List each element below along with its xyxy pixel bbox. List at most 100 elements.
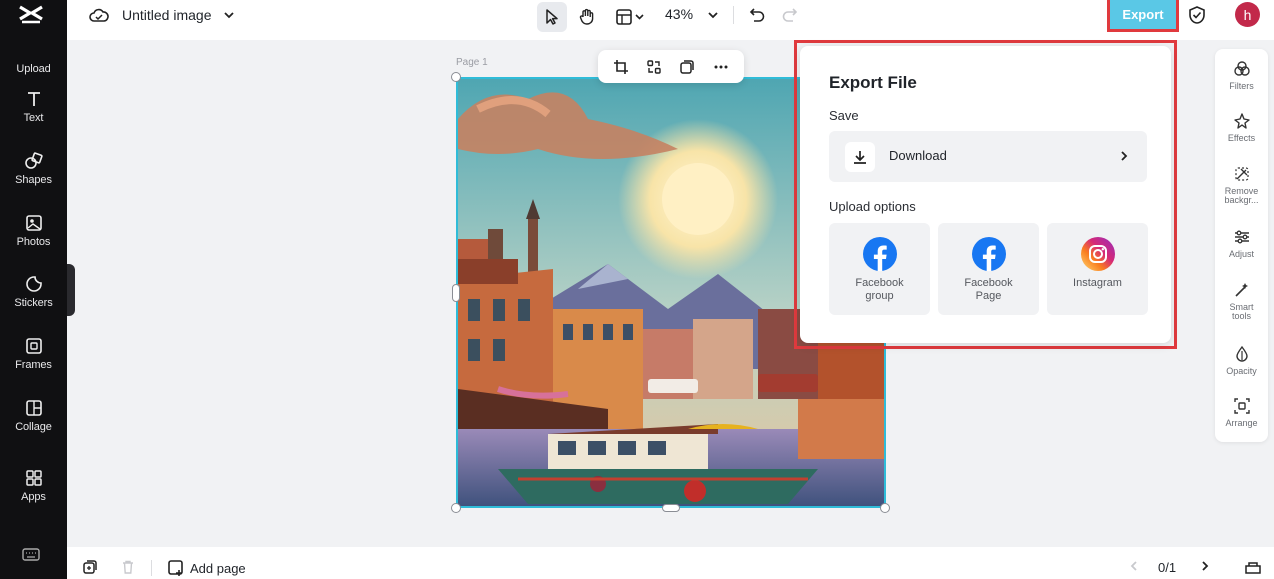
replace-button[interactable] [645,58,663,76]
tool-filters[interactable]: Filters [1215,60,1268,91]
tool-remove-background[interactable]: Remove backgr... [1215,165,1268,205]
top-bar: Untitled image 43% Export h [67,0,1274,40]
collage-icon [24,398,44,418]
chevron-down-icon[interactable] [223,10,235,20]
sidebar-item-apps[interactable]: Apps [0,468,67,518]
arrange-icon [1233,398,1250,414]
text-icon [24,89,44,109]
resize-handle-top-left[interactable] [451,72,461,82]
sidebar-item-text[interactable]: Text [0,89,67,139]
sidebar-item-label: Upload [16,63,51,75]
right-tools-panel: Filters Effects Remove backgr... Adjust … [1215,49,1268,442]
resize-handle-bottom[interactable] [662,504,680,512]
replace-icon [647,60,661,74]
zoom-level[interactable]: 43% [665,6,693,22]
shapes-icon [24,151,44,171]
export-panel-title: Export File [829,73,917,92]
next-page-icon[interactable] [1199,559,1211,573]
tool-label: Arrange [1225,418,1258,428]
tool-opacity[interactable]: Opacity [1215,345,1268,376]
sidebar-item-label: Frames [15,359,52,371]
tool-arrange[interactable]: Arrange [1215,397,1268,428]
apps-icon [24,468,44,488]
delete-page-icon[interactable] [120,559,136,575]
cloud-sync-icon[interactable] [89,8,109,24]
duplicate-page-icon[interactable] [82,559,98,575]
export-file-panel: Export File Save Download Upload options… [800,46,1171,343]
sidebar-item-frames[interactable]: Frames [0,336,67,386]
save-heading: Save [829,108,859,123]
tool-label: Filters [1229,81,1254,91]
add-page-icon [168,560,183,576]
chevron-right-icon [1121,151,1128,161]
adjust-icon [1234,230,1249,244]
cursor-icon [546,9,558,25]
remove-background-icon [1234,167,1249,181]
instagram-icon [1080,237,1115,271]
sidebar-item-collage[interactable]: Collage [0,398,67,448]
hand-tool-button[interactable] [572,2,602,32]
capcut-logo[interactable] [17,2,45,26]
add-page-button[interactable]: Add page [167,559,246,577]
layout-menu-button[interactable] [612,2,648,32]
sidebar-item-label: Shapes [15,174,52,186]
layout-icon [616,9,644,25]
toolbar-divider [733,6,734,24]
tool-effects[interactable]: Effects [1215,112,1268,143]
sidebar-item-label: Photos [16,236,51,248]
download-button[interactable]: Download [829,131,1147,182]
resize-handle-bottom-left[interactable] [451,503,461,513]
tool-smart-tools[interactable]: Smart tools [1215,281,1268,321]
frames-icon [24,336,44,356]
more-icon [714,65,728,69]
bottom-divider [151,560,152,576]
sidebar-item-label: Collage [15,421,52,433]
upload-icon [24,40,44,60]
redo-icon[interactable] [781,6,799,24]
page-manager-icon[interactable] [1243,559,1263,575]
download-icon [845,142,875,172]
tool-label: Adjust [1228,249,1254,259]
page-indicator: 0/1 [1158,560,1177,575]
duplicate-button[interactable] [678,58,696,76]
option-label: Facebook group [855,277,904,302]
document-title[interactable]: Untitled image [122,7,212,23]
tool-label: Smart [1229,302,1254,312]
tool-label-line2: backgr... [1224,196,1259,205]
upload-option-instagram[interactable]: Instagram [1047,223,1148,315]
facebook-icon [971,237,1006,271]
tool-label: Opacity [1226,366,1257,376]
tool-label: Effects [1227,133,1256,143]
sidebar-item-label: Text [23,112,44,124]
select-tool-button[interactable] [537,2,567,32]
shield-check-icon[interactable] [1188,5,1206,25]
tool-adjust[interactable]: Adjust [1215,228,1268,259]
keyboard-shortcuts-icon[interactable] [21,546,41,562]
left-sidebar: Upload Text Shapes Photos Stickers Frame… [0,0,67,579]
sidebar-item-upload[interactable]: Upload [0,40,67,90]
option-label: Instagram [1073,277,1122,289]
sidebar-item-stickers[interactable]: Stickers [0,274,67,324]
option-label: Facebook Page [964,277,1013,302]
more-options-button[interactable] [712,58,730,76]
sidebar-item-photos[interactable]: Photos [0,213,67,263]
hand-icon [579,8,594,25]
upload-option-facebook-page[interactable]: Facebook Page [938,223,1039,315]
sidebar-item-shapes[interactable]: Shapes [0,151,67,201]
stickers-icon [24,274,44,294]
resize-handle-left[interactable] [452,284,460,302]
sidebar-item-label: Stickers [14,297,53,309]
crop-icon [614,60,628,74]
export-button[interactable]: Export [1107,0,1179,32]
previous-page-icon[interactable] [1128,559,1140,573]
facebook-icon [862,237,897,271]
upload-option-facebook-group[interactable]: Facebook group [829,223,930,315]
crop-button[interactable] [612,58,630,76]
resize-handle-bottom-right[interactable] [880,503,890,513]
undo-icon[interactable] [748,6,766,24]
user-avatar[interactable]: h [1235,2,1260,27]
tool-label: Remove [1224,186,1259,196]
zoom-dropdown-icon[interactable] [707,10,719,20]
image-floating-toolbar [598,50,744,83]
sidebar-collapse-handle[interactable] [67,264,75,316]
